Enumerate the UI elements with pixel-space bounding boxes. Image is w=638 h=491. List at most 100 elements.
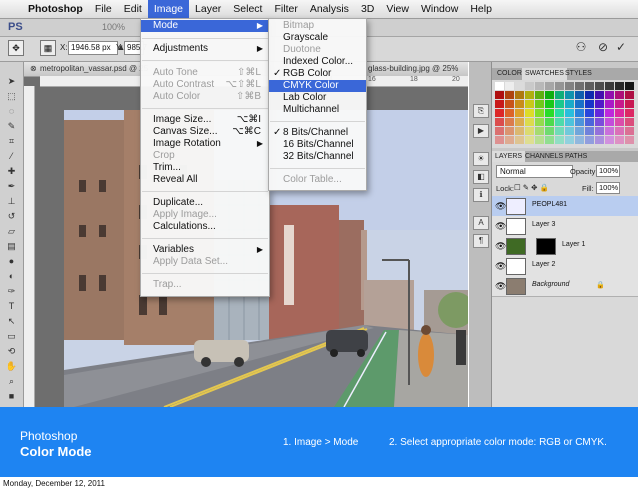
paragraph-panel-icon[interactable]: ¶ — [473, 234, 489, 248]
tab-styles[interactable]: STYLES — [562, 68, 595, 80]
mode-grayscale[interactable]: Grayscale — [269, 32, 366, 44]
crop-tool-icon[interactable]: ⌗ — [4, 136, 19, 146]
swatch-cell — [615, 136, 624, 144]
mode-8-bits[interactable]: ✓ 8 Bits/Channel — [269, 127, 366, 139]
reference-point-icon[interactable]: ▦ — [40, 40, 56, 56]
info-panel-icon[interactable]: ℹ — [473, 188, 489, 202]
menu-item-image-size[interactable]: Image Size... ⌥⌘I — [141, 114, 269, 126]
menu-view[interactable]: View — [380, 0, 415, 18]
commit-transform-icon[interactable]: ✓ — [614, 40, 628, 54]
blur-tool-icon[interactable]: ● — [4, 256, 19, 266]
menu-item-image-rotation[interactable]: Image Rotation ▶ — [141, 138, 269, 150]
swatch-cell — [515, 82, 524, 90]
hand-tool-icon[interactable]: ✋ — [4, 361, 19, 371]
pen-tool-icon[interactable]: ✑ — [4, 286, 19, 296]
eye-icon[interactable]: 👁 — [495, 261, 506, 272]
menu-3d[interactable]: 3D — [355, 0, 380, 18]
quick-select-tool-icon[interactable]: ✎ — [4, 121, 19, 131]
swatch-cell — [585, 100, 594, 108]
marquee-tool-icon[interactable]: ⬚ — [4, 91, 19, 101]
fill-field[interactable]: 100% — [596, 182, 620, 194]
menu-select[interactable]: Select — [227, 0, 268, 18]
brush-tool-icon[interactable]: ✒ — [4, 181, 19, 191]
swatch-cell — [535, 136, 544, 144]
3d-rotate-icon[interactable]: ⟲ — [4, 346, 19, 356]
eye-icon[interactable]: 👁 — [495, 241, 506, 252]
history-panel-icon[interactable]: ⎘ — [473, 104, 489, 118]
mode-indexed-color[interactable]: Indexed Color... — [269, 56, 366, 68]
menu-edit[interactable]: Edit — [118, 0, 148, 18]
move-tool-icon[interactable]: ➤ — [4, 76, 19, 86]
swatch-cell — [495, 109, 504, 117]
close-icon[interactable]: ⊗ — [30, 62, 37, 76]
menu-image[interactable]: Image — [147, 0, 190, 18]
shape-tool-icon[interactable]: ▭ — [4, 331, 19, 341]
swatch-cell — [515, 109, 524, 117]
swatch-cell — [555, 91, 564, 99]
menu-item-variables[interactable]: Variables ▶ — [141, 244, 269, 256]
path-selection-icon[interactable]: ↖ — [4, 316, 19, 326]
menu-item-mode[interactable]: Mode ▶ — [141, 20, 269, 32]
move-tool-preset-icon[interactable]: ✥ — [8, 40, 24, 56]
swatch-grid-graphic[interactable] — [492, 80, 638, 148]
zoom-level[interactable]: 100% — [102, 22, 125, 32]
lasso-tool-icon[interactable]: ◌ — [4, 106, 19, 116]
menu-item-apply-data-set: Apply Data Set... — [153, 256, 229, 267]
cancel-transform-icon[interactable]: ⊘ — [596, 40, 610, 54]
layer-row[interactable]: 👁 Layer 2 — [492, 256, 638, 277]
tab-swatches[interactable]: SWATCHES — [522, 68, 567, 80]
menu-help[interactable]: Help — [464, 0, 498, 18]
menu-item-duplicate[interactable]: Duplicate... — [141, 197, 269, 209]
swatch-cell — [505, 91, 514, 99]
mode-16-bits[interactable]: 16 Bits/Channel — [269, 139, 366, 151]
mode-lab-color[interactable]: Lab Color — [269, 92, 366, 104]
opacity-field[interactable]: 100% — [596, 165, 620, 177]
menu-file[interactable]: File — [89, 0, 118, 18]
lock-icons[interactable]: ☐ ✎ ✥ 🔒 — [514, 183, 549, 192]
swatch-cell — [625, 82, 634, 90]
menu-separator — [270, 168, 365, 169]
menu-analysis[interactable]: Analysis — [304, 0, 355, 18]
masks-panel-icon[interactable]: ◧ — [473, 170, 489, 184]
zoom-tool-icon[interactable]: ⌕ — [4, 376, 19, 386]
document-tab-metropolitan[interactable]: metropolitan_vassar.psd @ 25 — [40, 62, 148, 76]
menu-item-reveal-all[interactable]: Reveal All — [141, 174, 269, 186]
swatch-cell — [625, 91, 634, 99]
menu-layer[interactable]: Layer — [189, 0, 227, 18]
eye-icon[interactable]: 👁 — [495, 201, 506, 212]
layer-row[interactable]: 👁 Background 🔒 — [492, 276, 638, 297]
eye-icon[interactable]: 👁 — [495, 221, 506, 232]
menu-item-adjustments[interactable]: Adjustments ▶ — [141, 43, 269, 55]
eraser-tool-icon[interactable]: ▱ — [4, 226, 19, 236]
character-panel-icon[interactable]: A — [473, 216, 489, 230]
menu-photoshop[interactable]: Photoshop — [22, 0, 89, 18]
history-brush-icon[interactable]: ↺ — [4, 211, 19, 221]
mode-32-bits[interactable]: 32 Bits/Channel — [269, 151, 366, 163]
clone-stamp-icon[interactable]: ⊥ — [4, 196, 19, 206]
foreground-color-icon[interactable]: ■ — [4, 391, 19, 401]
mode-multichannel[interactable]: Multichannel — [269, 104, 366, 116]
x-coordinate-field[interactable]: 1946.58 px — [68, 41, 118, 55]
eyedropper-tool-icon[interactable]: ⁄ — [4, 151, 19, 161]
eye-icon[interactable]: 👁 — [495, 281, 506, 292]
adjustments-panel-icon[interactable]: ☀ — [473, 152, 489, 166]
layer-row[interactable]: 👁 Layer 3 — [492, 216, 638, 237]
type-tool-icon[interactable]: T — [4, 301, 19, 311]
layer-row[interactable]: 👁 Layer 1 — [492, 236, 638, 257]
healing-brush-icon[interactable]: ✚ — [4, 166, 19, 176]
menu-item-trim[interactable]: Trim... — [141, 162, 269, 174]
menu-item-canvas-size[interactable]: Canvas Size... ⌥⌘C — [141, 126, 269, 138]
blend-mode-select[interactable]: Normal — [496, 165, 573, 178]
layer-row[interactable]: 👁 PEOPL481 — [492, 196, 638, 217]
mode-rgb-color[interactable]: ✓ RGB Color — [269, 68, 366, 80]
tab-color[interactable]: COLOR — [494, 68, 525, 80]
dodge-tool-icon[interactable]: ◐ — [4, 271, 19, 281]
gradient-tool-icon[interactable]: ▤ — [4, 241, 19, 251]
menu-window[interactable]: Window — [415, 0, 464, 18]
menu-item-calculations[interactable]: Calculations... — [141, 221, 269, 233]
warp-mode-icon[interactable]: ⚇ — [574, 40, 588, 54]
menu-filter[interactable]: Filter — [268, 0, 303, 18]
layer-thumbnail — [506, 198, 526, 215]
mode-cmyk-color[interactable]: CMYK Color — [269, 80, 366, 92]
actions-panel-icon[interactable]: ▶ — [473, 124, 489, 138]
